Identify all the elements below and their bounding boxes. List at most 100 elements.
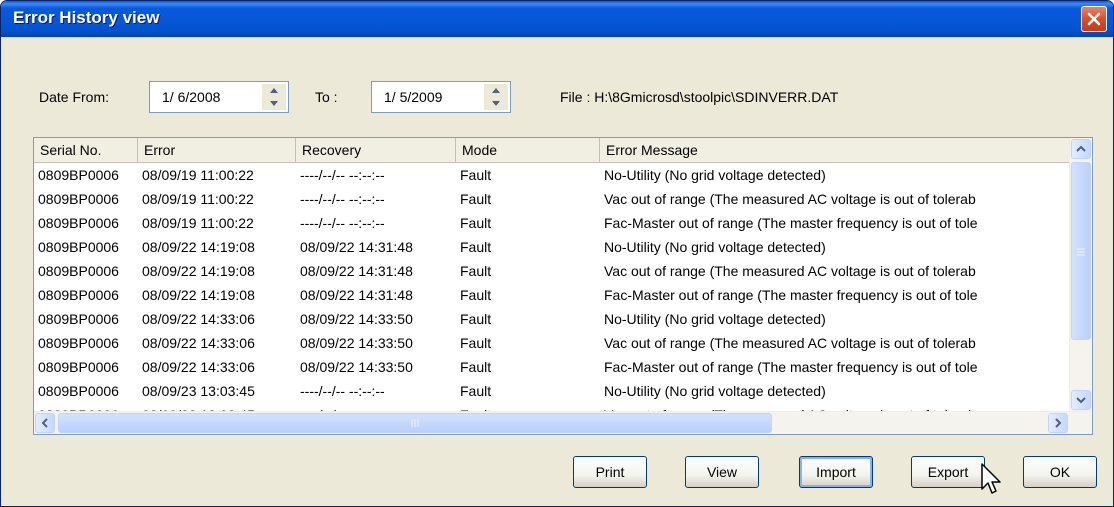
table-row[interactable]: 0809BP0006 08/09/19 11:00:22 ----/--/-- --… [34,187,1070,211]
to-label: To : [315,89,338,105]
cell-error: 08/09/23 13:03:45 [142,383,255,399]
cell-error: 08/09/19 11:00:22 [142,215,254,231]
cell-error-message: No-Utility (No grid voltage detected) [604,239,826,255]
table-body: 0809BP0006 08/09/19 11:00:22 ----/--/-- --… [34,163,1070,427]
table-row[interactable]: 0809BP0006 08/09/22 14:19:08 08/09/22 14:3… [34,235,1070,259]
table-row[interactable]: 0809BP0006 08/09/22 14:33:06 08/09/22 14:3… [34,331,1070,355]
cell-error: 08/09/22 14:19:08 [142,287,255,303]
print-button[interactable]: Print [573,456,647,488]
table-row[interactable]: 0809BP0006 08/09/22 14:19:08 08/09/22 14:3… [34,259,1070,283]
cell-mode: Fault [460,383,492,399]
horizontal-scrollbar[interactable] [34,411,1092,434]
cell-recovery: 08/09/22 14:33:50 [300,359,413,375]
cell-error-message: Vac out of range (The measured AC voltag… [604,335,976,351]
date-from-down-button[interactable] [262,97,286,110]
table-row[interactable]: 0809BP0006 08/09/19 11:00:22 ----/--/-- --… [34,163,1070,187]
date-to-picker[interactable]: 1/ 5/2009 [371,81,511,113]
cell-error-message: No-Utility (No grid voltage detected) [604,311,826,327]
cell-mode: Fault [460,311,492,327]
cell-error-message: Fac-Master out of range (The master freq… [604,287,978,303]
window-title: Error History view [13,8,160,27]
vertical-scroll-thumb[interactable] [1071,162,1091,340]
scroll-down-button[interactable] [1071,390,1091,410]
date-from-picker[interactable]: 1/ 6/2008 [149,81,289,113]
column-header-error[interactable]: Error [138,138,296,162]
chevron-down-icon [1076,397,1086,404]
cell-mode: Fault [460,215,492,231]
scroll-left-button[interactable] [35,413,55,433]
cell-error-message: No-Utility (No grid voltage detected) [604,167,826,183]
grip-icon [411,419,419,427]
column-header-error-message[interactable]: Error Message [600,138,1070,162]
cell-serial: 0809BP0006 [38,311,119,327]
cell-error: 08/09/22 14:33:06 [142,359,255,375]
grip-icon [1077,248,1085,256]
date-from-up-button[interactable] [262,84,286,97]
cell-mode: Fault [460,239,492,255]
title-bar[interactable]: Error History view [1,1,1113,37]
date-to-up-button[interactable] [484,84,508,97]
cell-error-message: Vac out of range (The measured AC voltag… [604,263,976,279]
arrow-down-icon [270,101,278,106]
cell-serial: 0809BP0006 [38,335,119,351]
cell-error: 08/09/19 11:00:22 [142,191,254,207]
date-filter-row: Date From: 1/ 6/2008 To : 1/ 5/2009 File… [1,81,1113,113]
cell-error-message: Fac-Master out of range (The master freq… [604,359,978,375]
cell-recovery: 08/09/22 14:33:50 [300,311,413,327]
table-row[interactable]: 0809BP0006 08/09/23 13:03:45 ----/--/-- --… [34,379,1070,403]
cell-mode: Fault [460,191,492,207]
close-button[interactable] [1081,6,1107,32]
export-button[interactable]: Export [911,456,985,488]
cell-serial: 0809BP0006 [38,287,119,303]
cell-serial: 0809BP0006 [38,215,119,231]
cell-serial: 0809BP0006 [38,263,119,279]
chevron-right-icon [1055,418,1062,428]
table-header: Serial No. Error Recovery Mode Error Mes… [34,138,1070,163]
cell-mode: Fault [460,335,492,351]
view-button[interactable]: View [685,456,759,488]
cell-serial: 0809BP0006 [38,359,119,375]
date-from-value[interactable]: 1/ 6/2008 [162,89,220,105]
cell-serial: 0809BP0006 [38,191,119,207]
error-history-window: Error History view Date From: 1/ 6/2008 … [0,0,1114,507]
arrow-up-icon [270,88,278,93]
table-row[interactable]: 0809BP0006 08/09/22 14:33:06 08/09/22 14:3… [34,307,1070,331]
vertical-scrollbar[interactable] [1069,138,1092,412]
cell-recovery: ----/--/-- --:--:-- [300,215,385,231]
table-row[interactable]: 0809BP0006 08/09/19 11:00:22 ----/--/-- --… [34,211,1070,235]
close-icon [1087,12,1101,26]
date-from-label: Date From: [39,89,110,105]
column-header-serial[interactable]: Serial No. [34,138,138,162]
cell-recovery: 08/09/22 14:31:48 [300,263,413,279]
cell-error-message: Fac-Master out of range (The master freq… [604,215,978,231]
cell-mode: Fault [460,167,492,183]
mouse-pointer-icon [981,463,1001,494]
scroll-up-button[interactable] [1071,139,1091,159]
date-to-spinner [484,84,508,110]
date-to-down-button[interactable] [484,97,508,110]
cell-recovery: ----/--/-- --:--:-- [300,191,385,207]
cell-error-message: No-Utility (No grid voltage detected) [604,383,826,399]
ok-button[interactable]: OK [1023,456,1097,488]
cell-recovery: 08/09/22 14:31:48 [300,287,413,303]
date-to-value[interactable]: 1/ 5/2009 [384,89,442,105]
cell-recovery: ----/--/-- --:--:-- [300,383,385,399]
cell-error: 08/09/22 14:19:08 [142,263,255,279]
error-history-table[interactable]: Serial No. Error Recovery Mode Error Mes… [33,137,1093,435]
scroll-right-button[interactable] [1048,413,1068,433]
chevron-left-icon [41,418,48,428]
cell-mode: Fault [460,263,492,279]
import-button[interactable]: Import [799,456,873,488]
file-path-label: File : H:\8Gmicrosd\stoolpic\SDINVERR.DA… [560,89,839,105]
cell-error: 08/09/22 14:33:06 [142,311,255,327]
table-row[interactable]: 0809BP0006 08/09/22 14:33:06 08/09/22 14:3… [34,355,1070,379]
cell-error: 08/09/22 14:19:08 [142,239,255,255]
horizontal-scroll-thumb[interactable] [58,413,772,433]
cell-recovery: 08/09/22 14:33:50 [300,335,413,351]
column-header-mode[interactable]: Mode [456,138,600,162]
arrow-up-icon [492,88,500,93]
arrow-down-icon [492,101,500,106]
column-header-recovery[interactable]: Recovery [296,138,456,162]
table-row[interactable]: 0809BP0006 08/09/22 14:19:08 08/09/22 14:3… [34,283,1070,307]
cell-mode: Fault [460,359,492,375]
